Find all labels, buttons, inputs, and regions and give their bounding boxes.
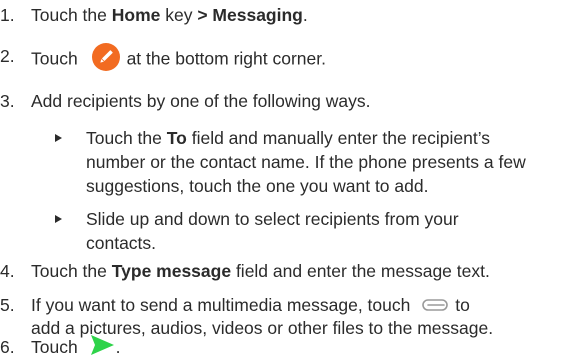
bullet-item-1: Touch the To field and manually enter th…	[0, 127, 567, 197]
to-field-label: To	[166, 128, 187, 148]
bullet-item-2: Slide up and down to select recipients f…	[0, 208, 567, 254]
step-text: Touch the Type message field and enter t…	[31, 261, 490, 281]
step-number: 2.	[0, 46, 15, 66]
step-text: Add recipients by one of the following w…	[31, 91, 371, 111]
bullet-arrow-icon	[55, 134, 62, 142]
step-number: 5.	[0, 295, 15, 315]
type-message-label: Type message	[111, 261, 232, 281]
compose-pencil-icon	[91, 43, 120, 71]
step-number: 3.	[0, 91, 15, 111]
step-number: 4.	[0, 261, 15, 281]
bullet-arrow-icon	[55, 215, 62, 223]
send-icon	[90, 335, 114, 356]
attachment-icon	[422, 299, 449, 312]
step-text: If you want to send a multimedia message…	[31, 295, 470, 315]
home-key-label: Home	[111, 5, 161, 25]
step-number: 1.	[0, 5, 15, 25]
messaging-label: > Messaging	[197, 5, 303, 25]
step-text: Touch at the bottom right corner.	[31, 43, 326, 75]
step-text: Touch the Home key > Messaging.	[31, 5, 308, 25]
step-number: 6.	[0, 337, 15, 357]
step-text: Touch .	[31, 335, 120, 359]
